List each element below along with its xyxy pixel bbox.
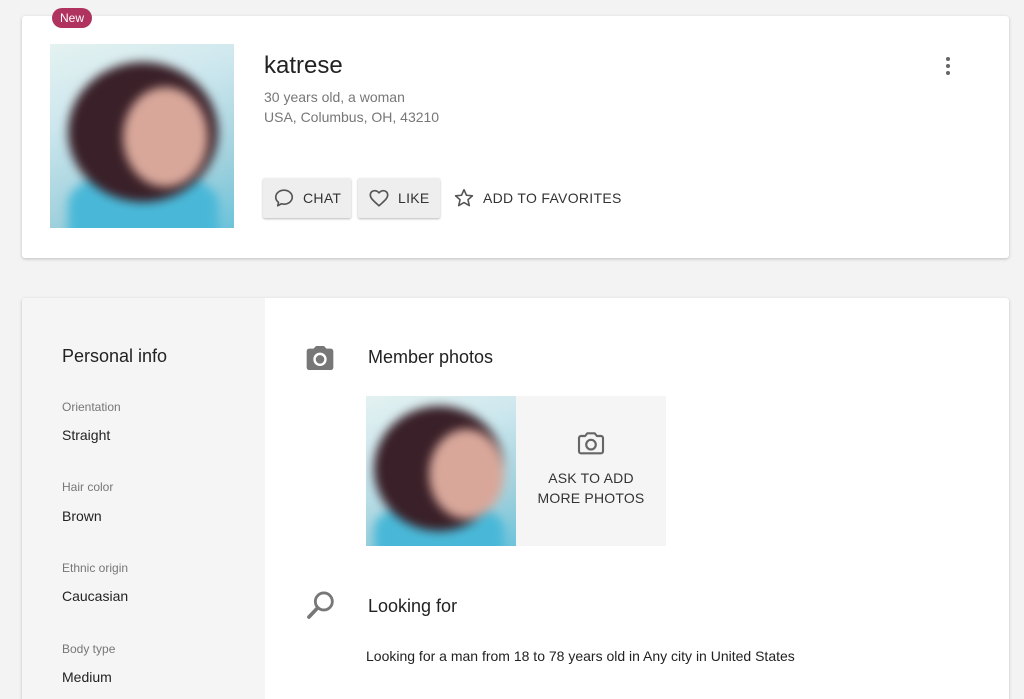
profile-avatar[interactable]	[50, 44, 234, 228]
add-to-favorites-button[interactable]: ADD TO FAVORITES	[443, 178, 632, 218]
like-button[interactable]: LIKE	[358, 178, 440, 218]
hair-color-label: Hair color	[62, 480, 114, 494]
body-type-value: Medium	[62, 669, 112, 685]
search-icon	[307, 591, 334, 619]
more-vert-icon[interactable]	[940, 54, 956, 78]
new-badge: New	[52, 8, 93, 28]
star-icon	[454, 188, 474, 207]
ethnic-origin-label: Ethnic origin	[62, 561, 129, 575]
body-type-label: Body type	[62, 642, 116, 656]
looking-for-description: Looking for a man from 18 to 78 years ol…	[366, 648, 795, 664]
chat-button-label: CHAT	[303, 190, 342, 206]
profile-username: katrese	[264, 52, 343, 79]
member-photo-thumbnail[interactable]	[366, 396, 516, 546]
camera-icon	[306, 346, 334, 370]
chat-bubble-icon	[274, 189, 294, 207]
profile-card: katrese 30 years old, a woman USA, Colum…	[22, 16, 1009, 258]
ethnic-origin-value: Caucasian	[62, 588, 129, 604]
profile-location: USA, Columbus, OH, 43210	[264, 109, 440, 125]
personal-info-title: Personal info	[62, 346, 168, 366]
add-to-favorites-label: ADD TO FAVORITES	[483, 190, 622, 206]
heart-icon	[369, 189, 389, 207]
chat-button[interactable]: CHAT	[263, 178, 352, 218]
details-card: Personal info Orientation Straight Hair …	[22, 298, 1009, 699]
member-photos-title: Member photos	[368, 347, 494, 367]
orientation-value: Straight	[62, 427, 111, 443]
orientation-label: Orientation	[62, 400, 121, 414]
looking-for-title: Looking for	[368, 596, 458, 616]
hair-color-value: Brown	[62, 508, 102, 524]
personal-info-sidebar: Personal info Orientation Straight Hair …	[22, 298, 265, 699]
ask-more-photos-label: ASK TO ADD MORE PHOTOS	[537, 470, 645, 506]
camera-outline-icon	[577, 432, 605, 455]
like-button-label: LIKE	[398, 190, 430, 206]
profile-age-gender: 30 years old, a woman	[264, 89, 405, 105]
ask-more-photos-button[interactable]: ASK TO ADD MORE PHOTOS	[516, 396, 666, 546]
